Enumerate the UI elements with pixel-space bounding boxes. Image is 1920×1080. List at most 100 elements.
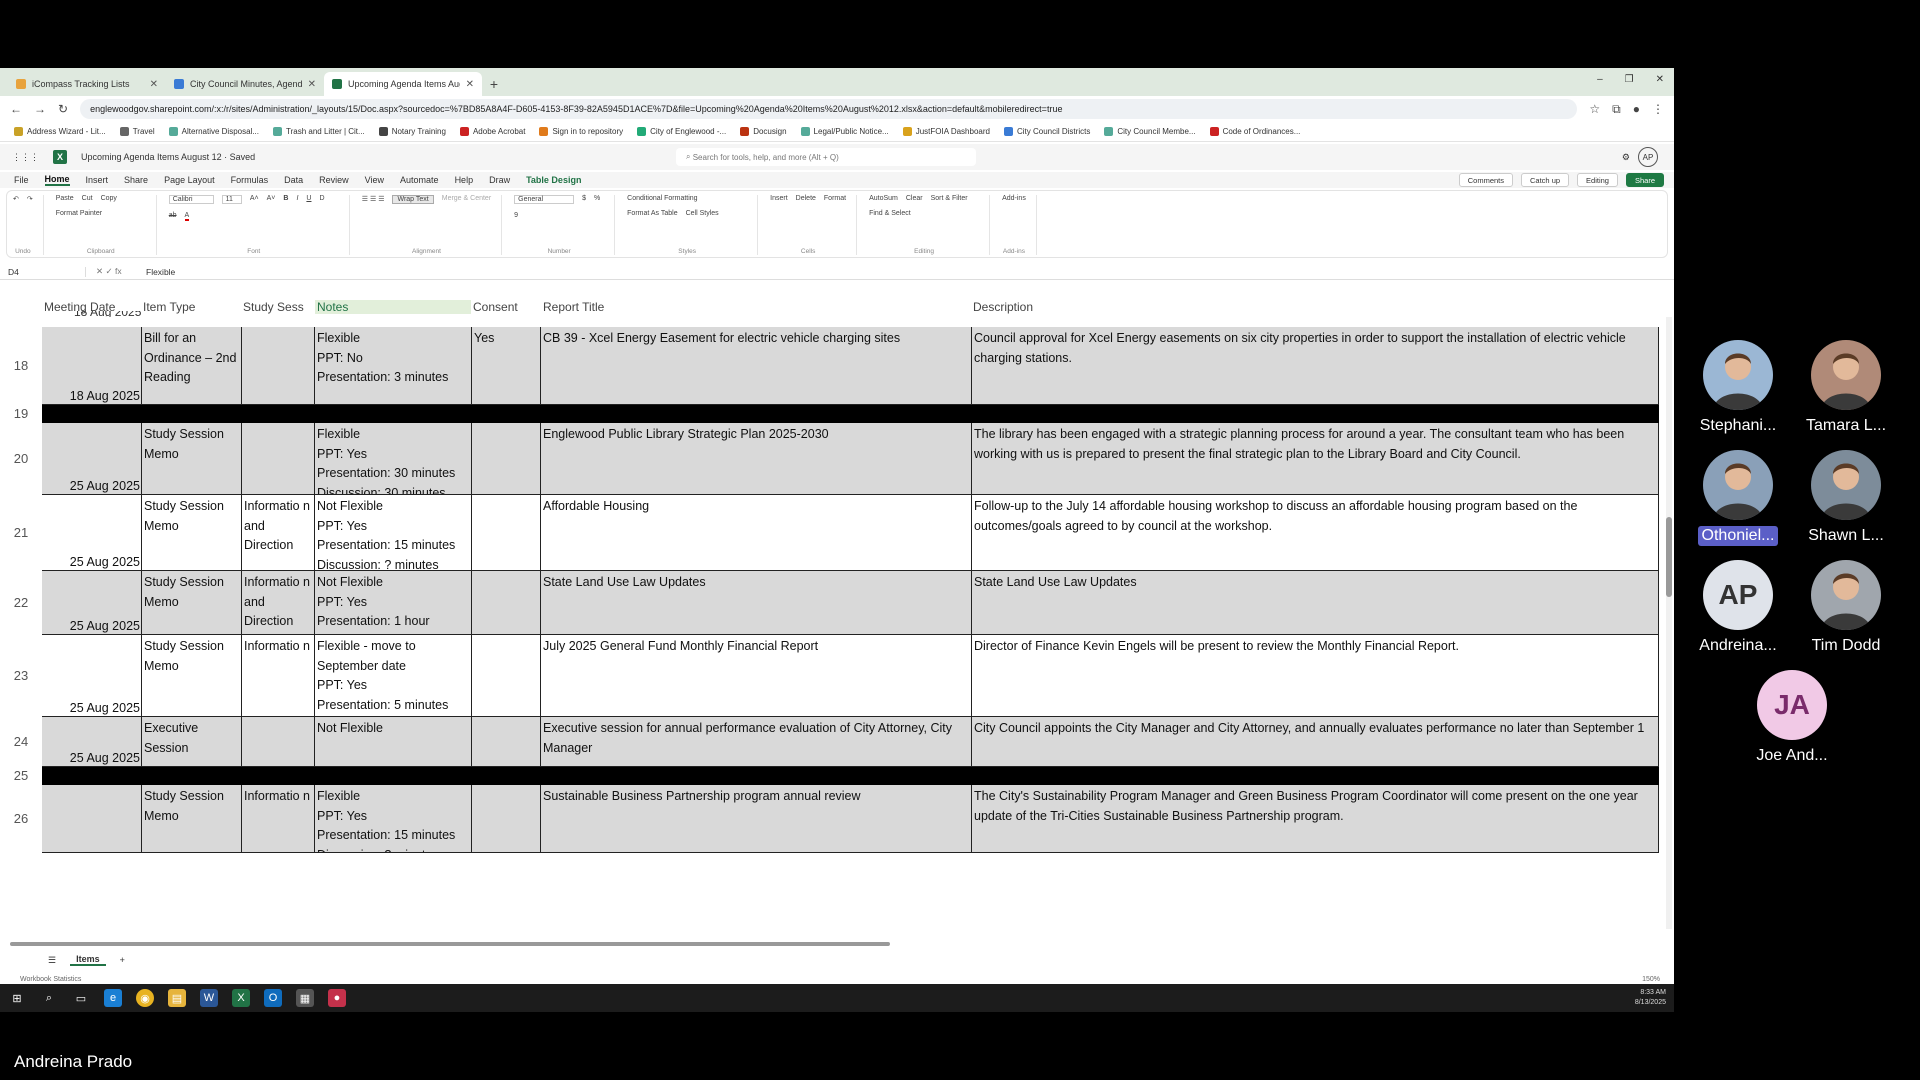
separator-row[interactable]: 19 xyxy=(0,405,1660,423)
zoom-level[interactable]: 150% xyxy=(1642,976,1660,983)
study-cell[interactable] xyxy=(242,327,315,405)
search-input[interactable]: ⌕ Search for tools, help, and more (Alt … xyxy=(676,148,976,166)
bookmark-item[interactable]: Notary Training xyxy=(378,127,446,136)
column-header[interactable]: Study Sess xyxy=(243,300,304,314)
item-type-cell[interactable]: Study Session Memo xyxy=(142,495,242,571)
desc-cell[interactable]: State Land Use Law Updates xyxy=(972,571,1659,635)
desc-cell[interactable]: Follow-up to the July 14 affordable hous… xyxy=(972,495,1659,571)
row-number[interactable]: 21 xyxy=(0,525,42,540)
desc-cell[interactable]: Director of Finance Kevin Engels will be… xyxy=(972,635,1659,717)
font-size-select[interactable]: 11 xyxy=(221,195,242,204)
title-cell[interactable]: State Land Use Law Updates xyxy=(541,571,972,635)
system-clock[interactable]: 8:33 AM 8/13/2025 xyxy=(1635,988,1666,1008)
italic-button[interactable]: I xyxy=(296,195,298,204)
share-button[interactable]: Share xyxy=(1625,173,1664,187)
column-header[interactable]: Consent xyxy=(473,300,518,314)
format-painter-button[interactable]: Format Painter xyxy=(56,210,102,217)
bookmark-item[interactable]: Trash and Litter | Cit... xyxy=(273,127,365,136)
teams-icon[interactable]: ● xyxy=(328,989,346,1007)
chrome-icon[interactable]: ◉ xyxy=(136,989,154,1007)
conditional-formatting-button[interactable]: Conditional Formatting xyxy=(627,195,697,202)
align-icons[interactable]: ☰ ☰ ☰ xyxy=(362,195,385,204)
bookmark-star-icon[interactable]: ☆ xyxy=(1589,102,1600,116)
participant-tile[interactable]: JA Joe And... xyxy=(1732,670,1852,766)
item-type-cell[interactable]: Bill for an Ordinance – 2nd Reading xyxy=(142,327,242,405)
tab-automate[interactable]: Automate xyxy=(400,175,439,185)
column-header[interactable]: Notes xyxy=(315,300,471,314)
workbook-statistics[interactable]: Workbook Statistics xyxy=(20,976,81,983)
user-avatar[interactable]: AP xyxy=(1638,147,1658,167)
fx-icon[interactable]: ✕ ✓ fx xyxy=(86,266,146,277)
bookmark-item[interactable]: JustFOIA Dashboard xyxy=(902,127,990,136)
title-cell[interactable]: Englewood Public Library Strategic Plan … xyxy=(541,423,972,495)
separator-row[interactable]: 25 xyxy=(0,767,1660,785)
bookmark-item[interactable]: City Council Membe... xyxy=(1104,127,1196,136)
delete-cells-button[interactable]: Delete xyxy=(796,195,816,202)
tab-data[interactable]: Data xyxy=(284,175,303,185)
bookmark-item[interactable]: Travel xyxy=(119,127,155,136)
table-row[interactable]: 21 25 Aug 2025 Study Session Memo Informati… xyxy=(0,495,1660,571)
participant-tile[interactable]: Tamara L... xyxy=(1786,340,1906,436)
consent-cell[interactable] xyxy=(472,717,541,767)
add-sheet-icon[interactable]: + xyxy=(120,955,125,965)
reload-icon[interactable]: ↻ xyxy=(58,102,68,116)
table-row[interactable]: 20 25 Aug 2025 Study Session Memo Flexible … xyxy=(0,423,1660,495)
close-icon[interactable]: ✕ xyxy=(466,79,474,90)
tab-table-design[interactable]: Table Design xyxy=(526,175,581,185)
item-type-cell[interactable]: Study Session Memo xyxy=(142,635,242,717)
new-tab-icon[interactable]: + xyxy=(482,72,506,96)
study-cell[interactable]: Informatio n and Direction xyxy=(242,495,315,571)
desc-cell[interactable]: The City's Sustainability Program Manage… xyxy=(972,785,1659,853)
browser-tab-active[interactable]: Upcoming Agenda Items Augu... ✕ xyxy=(324,72,482,96)
document-title[interactable]: Upcoming Agenda Items August 12 · Saved xyxy=(81,152,255,162)
item-type-cell[interactable]: Executive Session xyxy=(142,717,242,767)
tab-page-layout[interactable]: Page Layout xyxy=(164,175,215,185)
tab-formulas[interactable]: Formulas xyxy=(231,175,269,185)
decrease-font-icon[interactable]: A˅ xyxy=(267,195,276,204)
title-cell[interactable]: Executive session for annual performance… xyxy=(541,717,972,767)
name-box[interactable]: D4 xyxy=(0,266,86,277)
sort-filter-button[interactable]: Sort & Filter xyxy=(931,195,968,202)
notes-cell[interactable]: Flexible PPT: Yes Presentation: 30 minut… xyxy=(315,423,472,495)
study-cell[interactable] xyxy=(242,717,315,767)
row-number[interactable]: 26 xyxy=(0,811,42,826)
tab-view[interactable]: View xyxy=(365,175,384,185)
bookmark-item[interactable]: Docusign xyxy=(740,127,787,136)
scrollbar-thumb[interactable] xyxy=(1666,517,1672,597)
bold-button[interactable]: B xyxy=(283,195,288,204)
table-row[interactable]: 22 25 Aug 2025 Study Session Memo Informati… xyxy=(0,571,1660,635)
study-cell[interactable] xyxy=(242,423,315,495)
browser-tab[interactable]: iCompass Tracking Lists ✕ xyxy=(8,72,166,96)
bookmark-item[interactable]: Address Wizard - Lit... xyxy=(14,127,106,136)
study-cell[interactable]: Informatio n xyxy=(242,635,315,717)
table-row[interactable]: 23 25 Aug 2025 Study Session Memo Informati… xyxy=(0,635,1660,717)
back-icon[interactable]: ← xyxy=(10,102,22,116)
cell-styles-button[interactable]: Cell Styles xyxy=(686,210,719,217)
row-number[interactable]: 19 xyxy=(0,406,42,421)
font-color-button[interactable]: A xyxy=(184,212,190,221)
notes-cell[interactable]: Flexible PPT: No Presentation: 3 minutes xyxy=(315,327,472,405)
notes-cell[interactable]: Flexible - move to September date PPT: Y… xyxy=(315,635,472,717)
table-row[interactable]: 24 25 Aug 2025 Executive Session Not Flexib… xyxy=(0,717,1660,767)
tab-home[interactable]: Home xyxy=(44,174,70,186)
bookmark-item[interactable]: City Council Districts xyxy=(1003,127,1090,136)
currency-button[interactable]: $ xyxy=(582,195,586,204)
study-cell[interactable]: Informatio n xyxy=(242,785,315,853)
cut-button[interactable]: Cut xyxy=(82,195,93,202)
double-underline-button[interactable]: D xyxy=(319,195,324,204)
bookmark-item[interactable]: City of Englewood -... xyxy=(637,127,726,136)
consent-cell[interactable] xyxy=(472,635,541,717)
title-cell[interactable]: July 2025 General Fund Monthly Financial… xyxy=(541,635,972,717)
sheet-tab-items[interactable]: Items xyxy=(70,954,106,966)
participant-tile[interactable]: Shawn L... xyxy=(1786,450,1906,546)
study-cell[interactable]: Informatio n and Direction xyxy=(242,571,315,635)
row-number[interactable]: 20 xyxy=(0,451,42,466)
menu-dots-icon[interactable]: ⋮ xyxy=(1652,102,1664,116)
excel-icon[interactable]: X xyxy=(232,989,250,1007)
notes-cell[interactable]: Not Flexible xyxy=(315,717,472,767)
row-number[interactable]: 22 xyxy=(0,595,42,610)
outlook-icon[interactable]: O xyxy=(264,989,282,1007)
bookmark-item[interactable]: Adobe Acrobat xyxy=(459,127,525,136)
file-explorer-icon[interactable]: ▤ xyxy=(168,989,186,1007)
desc-cell[interactable]: The library has been engaged with a stra… xyxy=(972,423,1659,495)
